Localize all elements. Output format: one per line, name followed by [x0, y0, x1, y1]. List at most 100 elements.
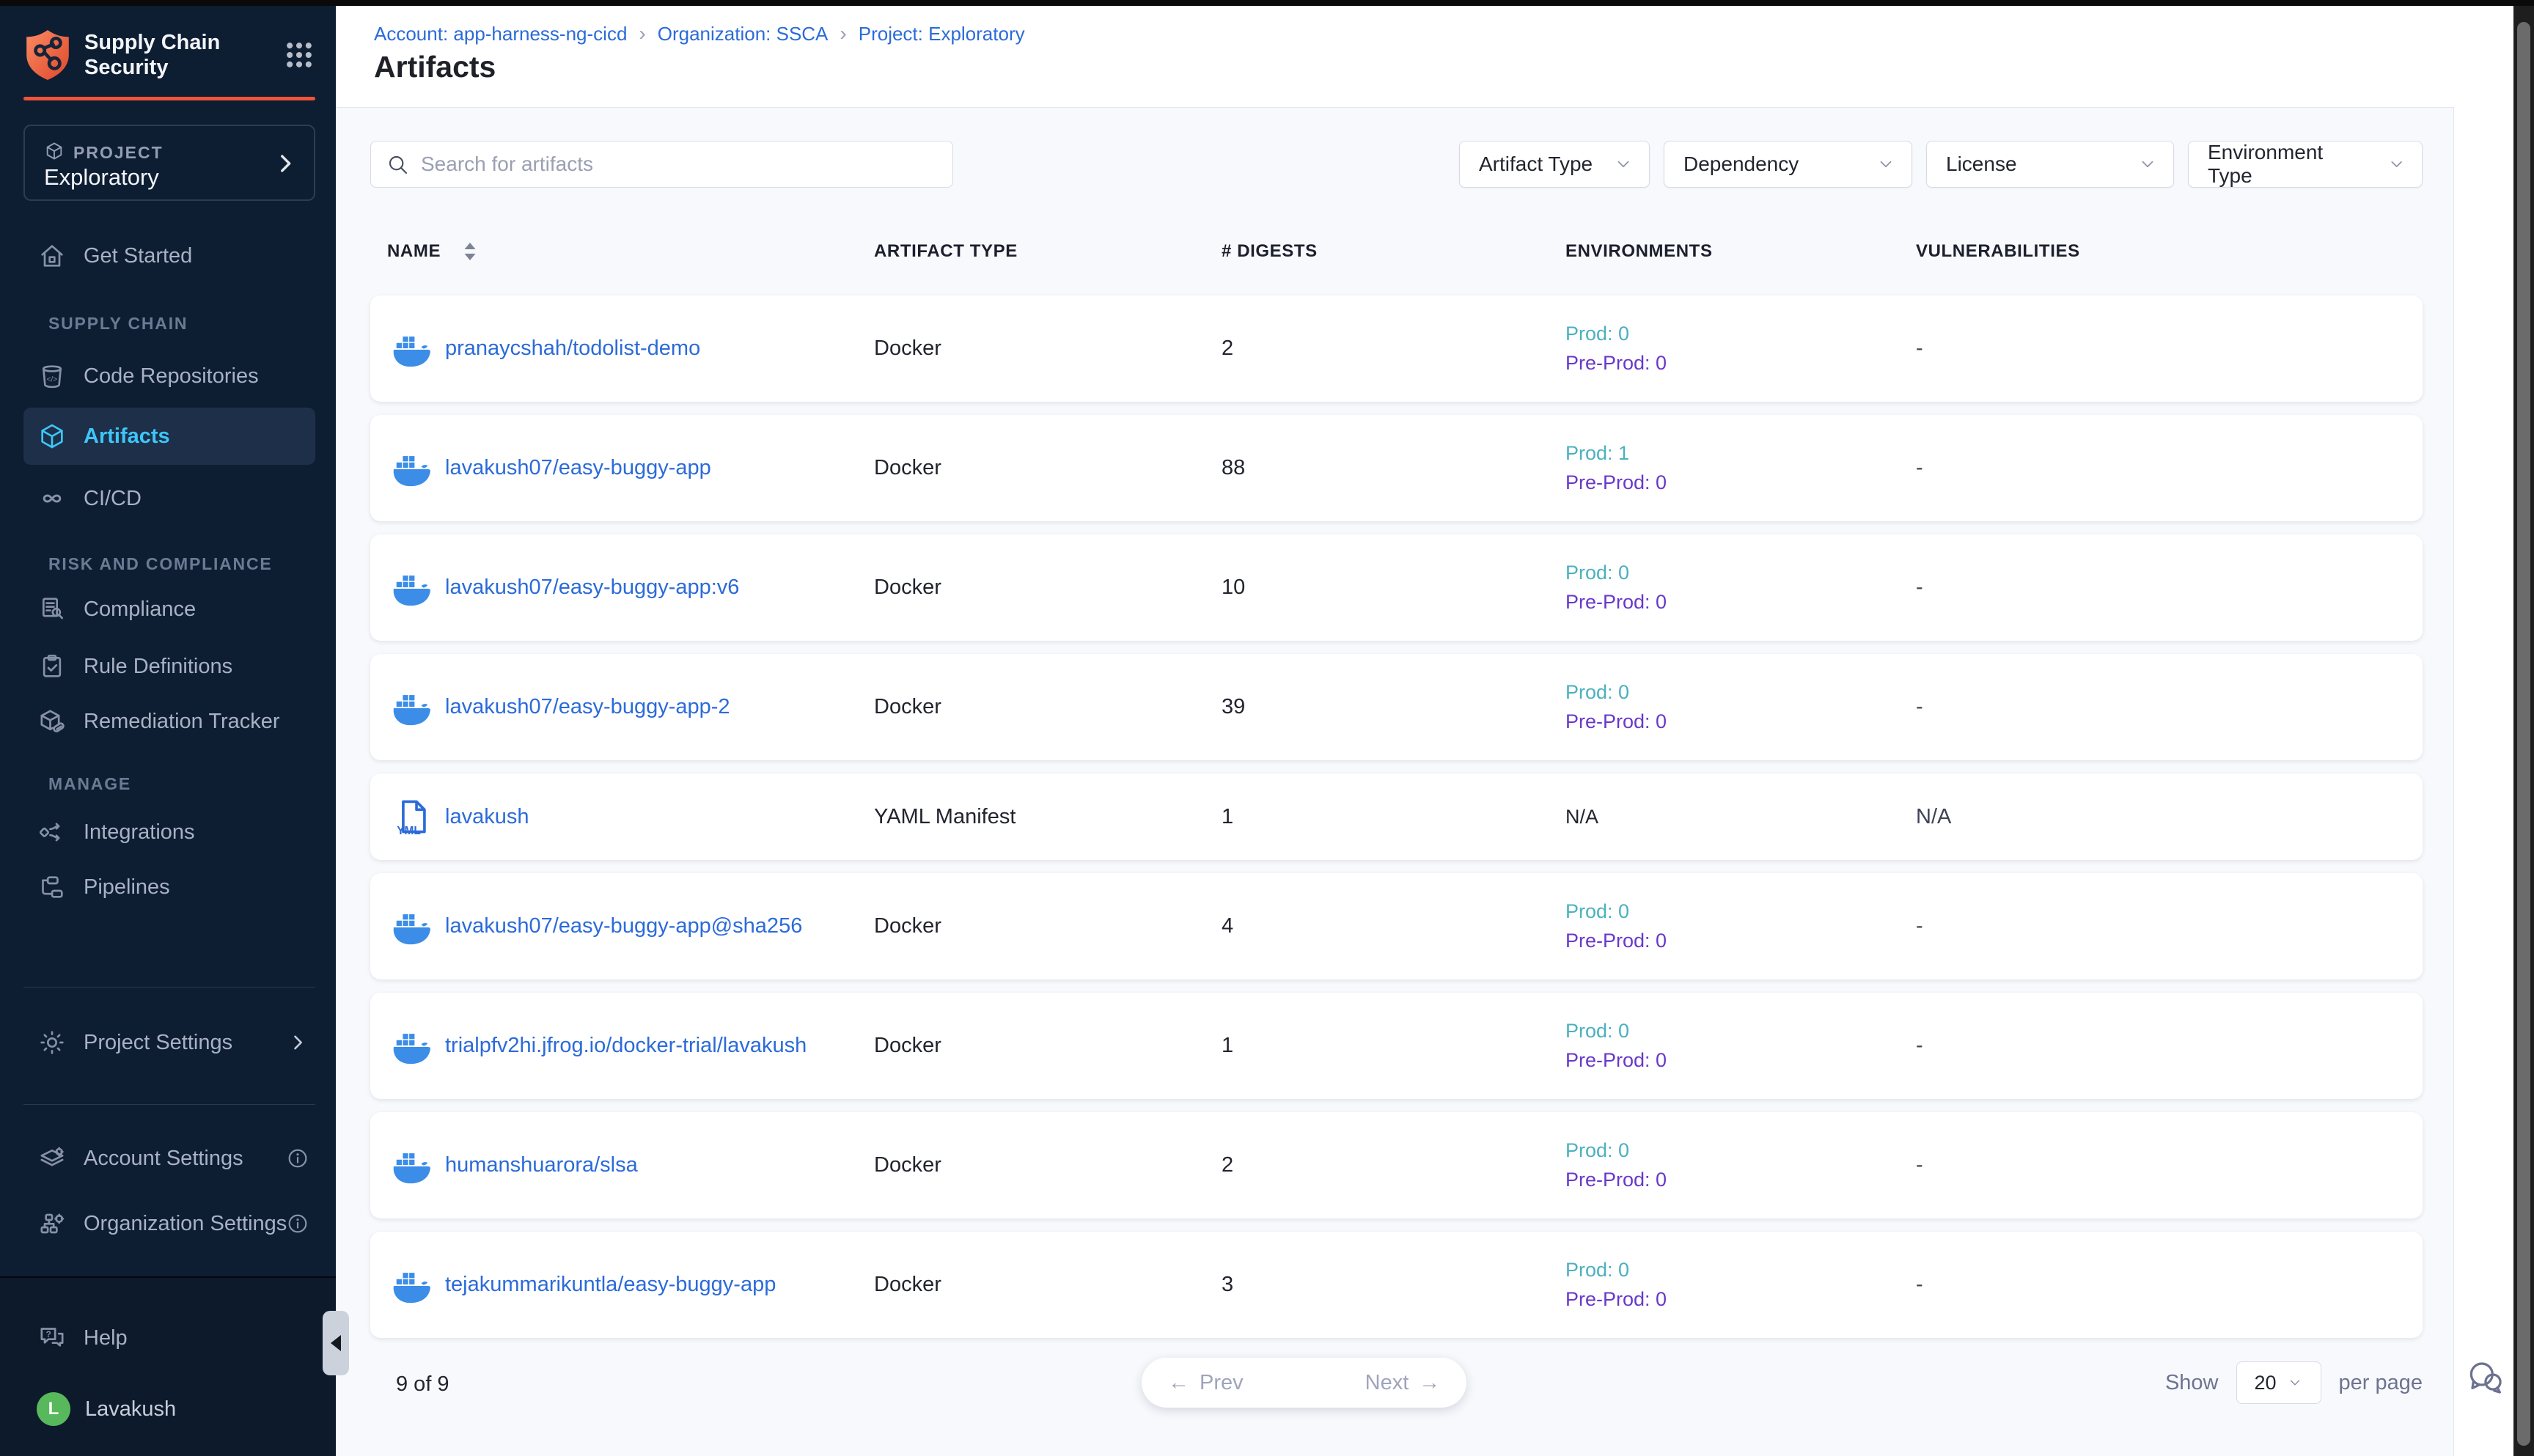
env-prod-link[interactable]: Prod: 0 — [1565, 562, 1916, 584]
current-page-button[interactable]: 1 — [1270, 1358, 1339, 1408]
artifact-name-link[interactable]: tejakummarikuntla/easy-buggy-app — [445, 1273, 776, 1297]
prev-page-button[interactable]: ← Prev — [1142, 1358, 1270, 1408]
sidebar-item-get-started[interactable]: Get Started — [0, 229, 336, 283]
breadcrumb-project-link[interactable]: Project: Exploratory — [859, 23, 1025, 45]
env-preprod-link[interactable]: Pre-Prod: 0 — [1565, 1288, 1916, 1311]
artifact-name-link[interactable]: pranaycshah/todolist-demo — [445, 337, 700, 361]
env-preprod-link[interactable]: Pre-Prod: 0 — [1565, 710, 1916, 733]
env-prod-link[interactable]: Prod: 0 — [1565, 323, 1916, 345]
digests-cell: 3 — [1222, 1273, 1565, 1297]
digests-cell: 10 — [1222, 576, 1565, 600]
divider — [23, 987, 315, 988]
sidebar-item-cicd[interactable]: CI/CD — [0, 471, 336, 526]
sidebar-item-organization-settings[interactable]: Organization Settings — [0, 1196, 336, 1251]
env-prod-link[interactable]: Prod: 0 — [1565, 1020, 1916, 1043]
filter-dependency[interactable]: Dependency — [1664, 141, 1912, 188]
avatar: L — [37, 1392, 70, 1426]
sidebar-item-integrations[interactable]: Integrations — [0, 805, 336, 859]
artifact-type-cell: Docker — [874, 1034, 1222, 1058]
env-prod-link[interactable]: Prod: 0 — [1565, 681, 1916, 704]
digests-cell: 2 — [1222, 337, 1565, 361]
table-footer: 9 of 9 ← Prev 1 Next → Show 20 per page — [370, 1358, 2423, 1411]
breadcrumb: Account: app-harness-ng-cicd › Organizat… — [374, 22, 1025, 45]
chat-support-icon[interactable] — [2462, 1356, 2503, 1397]
env-preprod-link[interactable]: Pre-Prod: 0 — [1565, 471, 1916, 494]
env-preprod-link[interactable]: Pre-Prod: 0 — [1565, 1169, 1916, 1191]
chevron-right-icon — [273, 151, 298, 176]
chevron-down-icon — [1876, 155, 1895, 174]
env-preprod-link[interactable]: Pre-Prod: 0 — [1565, 591, 1916, 614]
env-preprod-link[interactable]: Pre-Prod: 0 — [1565, 352, 1916, 375]
artifact-name-link[interactable]: trialpfv2hi.jfrog.io/docker-trial/lavaku… — [445, 1034, 807, 1058]
environments-cell: Prod: 0 Pre-Prod: 0 — [1565, 323, 1916, 375]
table-row: humanshuarora/slsa Docker 2 Prod: 0 Pre-… — [370, 1112, 2423, 1218]
environments-cell: Prod: 0 Pre-Prod: 0 — [1565, 562, 1916, 614]
sidebar-item-compliance[interactable]: Compliance — [0, 582, 336, 636]
breadcrumb-organization-link[interactable]: Organization: SSCA — [658, 23, 829, 45]
artifact-name-link[interactable]: lavakush — [445, 805, 529, 829]
sidebar-bottom-section: ? Help L Lavakush — [0, 1276, 336, 1456]
sidebar-collapse-toggle[interactable] — [323, 1311, 349, 1375]
module-grid-icon[interactable] — [283, 39, 315, 71]
sidebar-item-artifacts[interactable]: Artifacts — [0, 408, 336, 465]
cube-icon — [44, 141, 65, 165]
clipboard-check-icon — [37, 651, 67, 682]
sidebar-item-pipelines[interactable]: Pipelines — [0, 860, 336, 914]
column-header-name[interactable]: NAME — [387, 240, 874, 262]
artifact-type-cell: Docker — [874, 914, 1222, 938]
artifact-name-link[interactable]: lavakush07/easy-buggy-app@sha256 — [445, 914, 802, 938]
env-prod-link[interactable]: Prod: 1 — [1565, 442, 1916, 465]
show-label: Show — [2165, 1371, 2219, 1395]
environments-cell: N/A — [1565, 806, 1916, 828]
env-preprod-link[interactable]: Pre-Prod: 0 — [1565, 1049, 1916, 1072]
breadcrumb-account-link[interactable]: Account: app-harness-ng-cicd — [374, 23, 627, 45]
page-size-select[interactable]: 20 — [2236, 1361, 2321, 1404]
vulnerabilities-cell: - — [1916, 914, 2423, 938]
env-prod-link[interactable]: Prod: 0 — [1565, 900, 1916, 923]
project-selector[interactable]: PROJECT Exploratory — [23, 125, 315, 201]
sidebar-item-remediation-tracker[interactable]: Remediation Tracker — [0, 694, 336, 749]
window-top-bar — [0, 0, 2534, 6]
search-input[interactable] — [421, 152, 938, 176]
org-gear-icon — [37, 1208, 67, 1239]
scrollbar-thumb[interactable] — [2517, 22, 2530, 1446]
filter-environment-type[interactable]: Environment Type — [2188, 141, 2423, 188]
sidebar-item-project-settings[interactable]: Project Settings — [0, 1015, 336, 1070]
docker-icon — [391, 1025, 433, 1067]
svg-text:</>: </> — [47, 375, 58, 383]
filter-artifact-type[interactable]: Artifact Type — [1459, 141, 1650, 188]
vulnerabilities-cell: - — [1916, 576, 2423, 600]
docker-icon — [391, 328, 433, 370]
chevron-down-icon — [1614, 155, 1633, 174]
artifact-type-cell: YAML Manifest — [874, 805, 1222, 829]
main-content: Account: app-harness-ng-cicd › Organizat… — [336, 6, 2513, 1456]
docker-icon — [391, 1264, 433, 1306]
artifact-name-link[interactable]: lavakush07/easy-buggy-app — [445, 456, 711, 480]
env-preprod-link[interactable]: Pre-Prod: 0 — [1565, 930, 1916, 952]
artifact-type-cell: Docker — [874, 1153, 1222, 1177]
sidebar-item-account-settings[interactable]: Account Settings — [0, 1131, 336, 1185]
artifact-name-link[interactable]: lavakush07/easy-buggy-app-2 — [445, 695, 730, 719]
result-count: 9 of 9 — [396, 1372, 449, 1397]
column-header-artifact-type: ARTIFACT TYPE — [874, 241, 1222, 262]
digests-cell: 88 — [1222, 456, 1565, 480]
env-prod-link[interactable]: Prod: 0 — [1565, 1259, 1916, 1282]
sidebar-item-code-repositories[interactable]: </> Code Repositories — [0, 349, 336, 403]
artifact-name-link[interactable]: humanshuarora/slsa — [445, 1153, 638, 1177]
scrollbar[interactable] — [2513, 0, 2534, 1456]
artifact-type-cell: Docker — [874, 337, 1222, 361]
box-pill-icon — [37, 706, 67, 737]
vulnerabilities-cell: - — [1916, 1273, 2423, 1297]
artifact-name-link[interactable]: lavakush07/easy-buggy-app:v6 — [445, 576, 739, 600]
user-name: Lavakush — [85, 1397, 176, 1422]
sort-icon[interactable] — [461, 240, 479, 262]
env-prod-link[interactable]: Prod: 0 — [1565, 1139, 1916, 1162]
user-profile[interactable]: L Lavakush — [0, 1382, 336, 1436]
sidebar-item-help[interactable]: ? Help — [0, 1311, 336, 1365]
next-page-button[interactable]: Next → — [1339, 1358, 1467, 1408]
sidebar-item-rule-definitions[interactable]: Rule Definitions — [0, 639, 336, 694]
sidebar: Supply Chain Security PROJECT Explorator… — [0, 6, 336, 1456]
document-search-icon — [37, 594, 67, 625]
filter-license[interactable]: License — [1926, 141, 2174, 188]
gear-icon — [37, 1027, 67, 1058]
